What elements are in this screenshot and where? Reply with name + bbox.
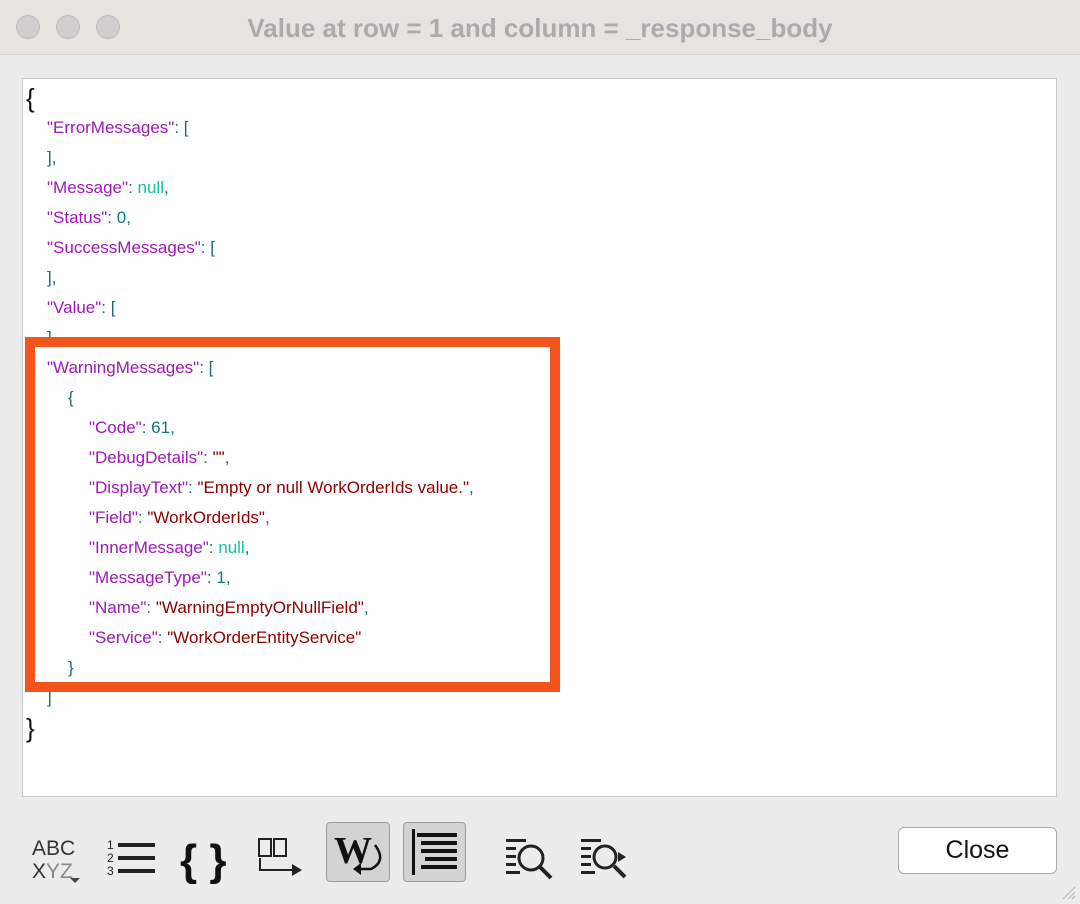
abc-xyz-sort-icon[interactable]: ABC X YZ bbox=[26, 825, 86, 885]
json-line: { bbox=[26, 83, 35, 113]
json-token: , bbox=[163, 178, 169, 197]
numbered-list-icon[interactable]: 1 2 3 bbox=[101, 825, 161, 885]
word-wrap-toggle[interactable]: W bbox=[326, 822, 390, 882]
wrap-glyph: W bbox=[334, 830, 372, 872]
json-token: : [ bbox=[101, 298, 116, 317]
find-icon[interactable] bbox=[500, 825, 560, 885]
json-token: "Status" bbox=[47, 208, 108, 227]
json-token: { bbox=[26, 83, 35, 113]
find-next-icon[interactable] bbox=[575, 825, 635, 885]
json-line: ], bbox=[47, 263, 56, 293]
svg-text:YZ: YZ bbox=[46, 860, 73, 883]
resize-grip-icon[interactable] bbox=[1056, 880, 1076, 900]
braces-icon[interactable]: { } bbox=[176, 825, 236, 885]
json-token: "ErrorMessages" bbox=[47, 118, 175, 137]
highlight-box bbox=[25, 337, 560, 692]
dialog-window: Value at row = 1 and column = _response_… bbox=[0, 0, 1080, 904]
json-token: ], bbox=[47, 268, 57, 287]
json-token: null bbox=[137, 178, 164, 197]
json-token: : [ bbox=[174, 118, 189, 137]
window-title: Value at row = 1 and column = _response_… bbox=[247, 13, 833, 43]
json-line: "ErrorMessages": [ bbox=[47, 113, 189, 143]
bottom-toolbar: ABC X YZ 1 2 3 { } W Close bbox=[0, 815, 1080, 895]
json-token: "SuccessMessages" bbox=[47, 238, 201, 257]
title-bar[interactable]: Value at row = 1 and column = _response_… bbox=[0, 0, 1080, 55]
columns-arrow-icon[interactable] bbox=[251, 825, 311, 885]
json-token: : [ bbox=[200, 238, 215, 257]
svg-text:1: 1 bbox=[107, 838, 114, 852]
json-token: } bbox=[26, 713, 35, 743]
json-token: , bbox=[126, 208, 131, 227]
indent-lines-toggle[interactable] bbox=[403, 822, 466, 882]
json-token: 0 bbox=[116, 208, 127, 227]
svg-text:X: X bbox=[32, 860, 46, 883]
json-token: : bbox=[128, 178, 138, 197]
svg-text:2: 2 bbox=[107, 851, 114, 865]
json-line: "SuccessMessages": [ bbox=[47, 233, 215, 263]
json-line: "Message": null, bbox=[47, 173, 169, 203]
json-line: "Value": [ bbox=[47, 293, 115, 323]
svg-text:3: 3 bbox=[107, 864, 114, 878]
close-button[interactable]: Close bbox=[898, 827, 1057, 874]
json-line: "Status": 0, bbox=[47, 203, 131, 233]
json-line: } bbox=[26, 713, 35, 743]
json-token: : bbox=[107, 208, 117, 227]
json-token: ], bbox=[47, 148, 57, 167]
json-line: ], bbox=[47, 143, 56, 173]
json-token: "Value" bbox=[47, 298, 102, 317]
svg-text:ABC: ABC bbox=[32, 837, 75, 860]
json-token: "Message" bbox=[47, 178, 129, 197]
braces-glyph: { } bbox=[180, 836, 226, 885]
